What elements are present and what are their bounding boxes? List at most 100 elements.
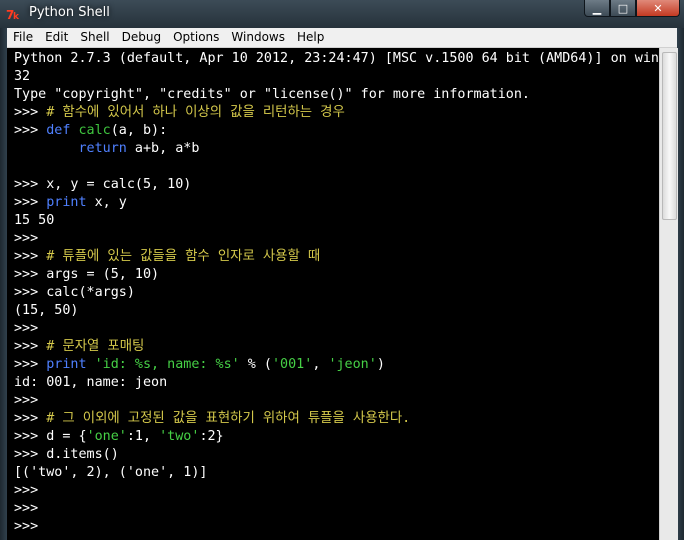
shell-prompt-text: >>>: [14, 321, 47, 336]
menu-help[interactable]: Help: [291, 28, 330, 47]
shell-prompt-text: >>>: [14, 411, 47, 426]
maximize-icon: □: [617, 1, 629, 15]
shell-line: return a+b, a*b: [14, 140, 659, 158]
shell-prompt-text: >>>: [14, 483, 47, 498]
shell-text-text: [('two', 2), ('one', 1)]: [14, 465, 208, 480]
shell-line: >>>: [14, 500, 659, 518]
shell-prompt-text: >>>: [14, 285, 47, 300]
shell-prompt-text: >>>: [14, 177, 47, 192]
shell-prompt-text: >>>: [14, 357, 47, 372]
shell-line: >>> print 'id: %s, name: %s' % ('001', '…: [14, 356, 659, 374]
shell-prompt-text: >>>: [14, 231, 47, 246]
shell-prompt-text: >>>: [14, 393, 47, 408]
shell-prompt-text: >>>: [14, 447, 47, 462]
shell-comment-text: # 그 이외에 고정된 값을 표현하기 위하여 튜플을 사용한다.: [46, 411, 411, 426]
shell-text-text: calc(*args): [46, 285, 135, 300]
python-icon: 7 k: [6, 8, 20, 21]
shell-text-text: d = {: [46, 429, 87, 444]
shell-text-text: Python 2.7.3 (default, Apr 10 2012, 23:2…: [14, 51, 659, 66]
menu-debug[interactable]: Debug: [116, 28, 167, 47]
shell-line: id: 001, name: jeon: [14, 374, 659, 392]
shell-prompt-text: >>>: [14, 267, 47, 282]
window-title: Python Shell: [29, 5, 110, 20]
shell-text-text: a+b, a*b: [126, 141, 200, 156]
close-icon: ✕: [653, 1, 663, 15]
shell-text-area[interactable]: Python 2.7.3 (default, Apr 10 2012, 23:2…: [7, 48, 659, 540]
shell-line: >>>: [14, 518, 659, 536]
shell-text-text: (15, 50): [14, 303, 79, 318]
shell-keyword-text: def: [46, 123, 79, 138]
shell-line: >>> print x, y: [14, 194, 659, 212]
shell-text-text: 32: [14, 69, 31, 84]
title-bar: 7 k Python Shell ▁ □ ✕: [0, 0, 684, 28]
menu-windows[interactable]: Windows: [225, 28, 291, 47]
shell-line: >>> d.items(): [14, 446, 659, 464]
shell-comment-text: # 튜플에 있는 값들을 함수 인자로 사용할 때: [46, 249, 321, 264]
shell-comment-text: # 함수에 있어서 하나 이상의 값을 리턴하는 경우: [46, 105, 345, 120]
svg-text:k: k: [13, 12, 20, 21]
scrollbar-thumb[interactable]: [662, 52, 677, 220]
shell-text-text: :1,: [126, 429, 160, 444]
shell-prompt-text: >>>: [14, 519, 47, 534]
menu-shell[interactable]: Shell: [74, 28, 115, 47]
shell-text-text: id: 001, name: jeon: [14, 375, 168, 390]
shell-prompt-text: >>>: [14, 429, 47, 444]
shell-line: 15 50: [14, 212, 659, 230]
shell-line: >>> def calc(a, b):: [14, 122, 659, 140]
shell-line: >>> d = {'one':1, 'two':2}: [14, 428, 659, 446]
shell-prompt-text: >>>: [14, 249, 47, 264]
shell-line: >>> x, y = calc(5, 10): [14, 176, 659, 194]
shell-line: >>> # 그 이외에 고정된 값을 표현하기 위하여 튜플을 사용한다.: [14, 410, 659, 428]
shell-text-text: ,: [312, 357, 329, 372]
shell-prompt-text: >>>: [14, 339, 47, 354]
shell-text-text: Type "copyright", "credits" or "license(…: [14, 87, 530, 102]
shell-string-text: 'jeon': [328, 357, 377, 372]
shell-line: 32: [14, 68, 659, 86]
shell-string-text: 'id: %s, name: %s': [94, 357, 240, 372]
shell-line: >>>: [14, 482, 659, 500]
shell-comment-text: # 문자열 포매팅: [46, 339, 145, 354]
shell-line: >>>: [14, 392, 659, 410]
shell-line: >>> # 문자열 포매팅: [14, 338, 659, 356]
shell-line: >>>: [14, 320, 659, 338]
shell-text-text: [87, 357, 95, 372]
shell-line: >>> # 튜플에 있는 값들을 함수 인자로 사용할 때: [14, 248, 659, 266]
menu-options[interactable]: Options: [167, 28, 225, 47]
shell-text-text: % (: [239, 357, 272, 372]
shell-text-text: x, y: [86, 195, 127, 210]
shell-text-text: :2}: [199, 429, 224, 444]
shell-keyword-text: print: [46, 357, 87, 372]
shell-keyword-text: return: [78, 141, 127, 156]
shell-text-text: d.items(): [46, 447, 119, 462]
shell-text-text: (a, b):: [110, 123, 168, 138]
close-button[interactable]: ✕: [636, 0, 680, 17]
minimize-button[interactable]: ▁: [584, 0, 610, 17]
shell-text-text: [14, 141, 79, 156]
shell-prompt-text: >>>: [14, 105, 47, 120]
shell-funcname-text: calc: [78, 123, 111, 138]
window-frame-left: [0, 28, 7, 540]
menu-bar: File Edit Shell Debug Options Windows He…: [7, 28, 677, 48]
shell-string-text: 'one': [86, 429, 127, 444]
shell-line: >>> args = (5, 10): [14, 266, 659, 284]
shell-string-text: '001': [272, 357, 313, 372]
shell-line: (15, 50): [14, 302, 659, 320]
shell-line: >>> # 함수에 있어서 하나 이상의 값을 리턴하는 경우: [14, 104, 659, 122]
maximize-button[interactable]: □: [610, 0, 636, 17]
shell-line: Type "copyright", "credits" or "license(…: [14, 86, 659, 104]
shell-text-text: 15 50: [14, 213, 55, 228]
vertical-scrollbar[interactable]: [659, 48, 678, 540]
shell-line: Python 2.7.3 (default, Apr 10 2012, 23:2…: [14, 50, 659, 68]
menu-edit[interactable]: Edit: [39, 28, 74, 47]
shell-line: [('two', 2), ('one', 1)]: [14, 464, 659, 482]
shell-prompt-text: >>>: [14, 501, 47, 516]
shell-line: >>> calc(*args): [14, 284, 659, 302]
shell-keyword-text: print: [46, 195, 87, 210]
window-frame-right: [677, 28, 684, 540]
shell-output: Python 2.7.3 (default, Apr 10 2012, 23:2…: [14, 50, 659, 536]
shell-prompt-text: >>>: [14, 123, 47, 138]
menu-file[interactable]: File: [7, 28, 39, 47]
shell-prompt-text: >>>: [14, 195, 47, 210]
shell-string-text: 'two': [159, 429, 200, 444]
